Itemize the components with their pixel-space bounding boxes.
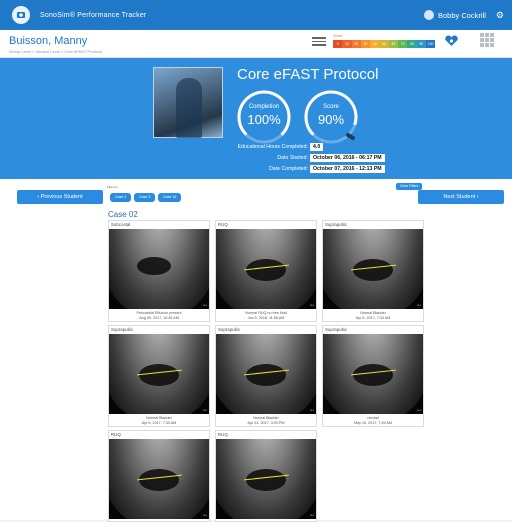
edu-hours-row: Educational Hours Completed: 4.0: [216, 143, 324, 151]
scan-card[interactable]: Suprapubic 15.0 Normal Bladder Apr 6, 2017,…: [108, 325, 210, 427]
scan-category: Suprapubic: [111, 327, 134, 332]
date-completed-row: Date Completed: October 07, 2016 - 12:13…: [216, 165, 385, 173]
scan-date: Apr 6, 2017, 7:33 AM: [355, 316, 391, 320]
avatar: [423, 10, 434, 20]
ultrasound-image[interactable]: 15.0: [109, 439, 209, 519]
scan-category: Suprapubic: [218, 327, 241, 332]
score-legend-label: Score: [333, 34, 343, 38]
score-legend-step: 20: [351, 40, 361, 48]
scan-caption: Normal RUQ no free fluid Jan 5, 2018, 11:…: [216, 309, 316, 321]
scan-category: Suprapubic: [325, 327, 348, 332]
scan-caption: normal May 16, 2017, 7:26 AM: [323, 414, 423, 426]
scan-card[interactable]: Suprapubic 15.0 normal May 16, 2017, 7:26 A…: [322, 325, 424, 427]
date-started-row: Date Started: October 06, 2016 - 06:17 P…: [216, 154, 385, 162]
breadcrumb[interactable]: Group Level > Student Level > Core eFAST…: [9, 49, 102, 54]
gear-icon[interactable]: ⚙: [496, 10, 504, 21]
scan-category: RUQ: [218, 222, 228, 227]
scan-date: Aug 30, 2017, 10:45 AM: [139, 316, 179, 320]
score-legend-step: 30: [360, 40, 371, 48]
score-legend-step: 100: [425, 40, 436, 48]
score-legend-scale: 0 10 20 30 40 50 60 70 80 90 100: [333, 40, 436, 48]
ultrasound-image[interactable]: 15.0: [323, 334, 423, 414]
scan-card[interactable]: RUQ 15.0: [108, 430, 210, 522]
score-legend-step: 50: [379, 40, 389, 48]
app-title: SonoSim® Performance Tracker: [40, 11, 147, 19]
scan-card[interactable]: RUQ 15.0: [215, 430, 317, 522]
case-title: Case 02: [108, 210, 138, 219]
app-logo[interactable]: [12, 6, 30, 24]
ultrasound-image[interactable]: 15.0: [109, 229, 209, 309]
score-legend-step: 70: [398, 40, 408, 48]
date-started-label: Date Started:: [277, 155, 308, 161]
scan-date: Apr 6, 2017, 7:33 AM: [141, 421, 177, 425]
date-started-value: October 06, 2016 - 06:17 PM: [310, 154, 385, 162]
date-completed-label: Date Completed:: [269, 166, 308, 172]
scan-date: May 16, 2017, 7:26 AM: [354, 421, 392, 425]
protocol-title: Core eFAST Protocol: [237, 66, 379, 83]
filter-chip-case-2[interactable]: Case 2: [110, 193, 132, 202]
sonosim-heart-icon[interactable]: [444, 35, 459, 47]
ultrasound-image[interactable]: 15.0: [323, 229, 423, 309]
filter-chip-case-16[interactable]: Case 16: [158, 193, 182, 202]
score-value: 90%: [317, 112, 345, 127]
filter-chip-case-3[interactable]: Case 3: [134, 193, 156, 202]
scan-card[interactable]: Subcostal 15.0 Pericardial Effusion presen…: [108, 220, 210, 322]
filter-label: Filter by:: [107, 185, 119, 189]
scan-category: Suprapubic: [325, 222, 348, 227]
score-legend-step: 0: [333, 40, 343, 48]
ultrasound-image[interactable]: 15.0: [216, 229, 316, 309]
scan-caption: Normal Bladder Apr 6, 2017, 7:33 AM: [323, 309, 423, 321]
scan-category: RUQ: [218, 432, 228, 437]
sliders-icon[interactable]: [312, 35, 326, 47]
date-completed-value: October 07, 2016 - 12:13 PM: [310, 165, 385, 173]
score-legend-step: 80: [407, 40, 417, 48]
user-menu[interactable]: Bobby Cockrill: [423, 10, 486, 20]
edu-hours-label: Educational Hours Completed:: [237, 144, 308, 150]
scan-card[interactable]: Suprapubic 15.0 Normal Bladder Apr 24, 2017…: [215, 325, 317, 427]
grid-view-icon[interactable]: [480, 33, 494, 47]
edu-hours-value: 4.0: [310, 143, 324, 151]
score-label: Score: [323, 104, 339, 110]
clear-filters-button[interactable]: Clear Filters: [396, 183, 423, 190]
scan-date: Apr 24, 2017, 3:03 PM: [247, 421, 285, 425]
scan-date: Jan 5, 2018, 11:56 AM: [247, 316, 285, 320]
top-bar: SonoSim® Performance Tracker Bobby Cockr…: [0, 0, 512, 30]
score-legend-step: 10: [342, 40, 352, 48]
ultrasound-image[interactable]: 15.0: [216, 334, 316, 414]
scan-card[interactable]: RUQ 15.0 Normal RUQ no free fluid Jan 5, 20…: [215, 220, 317, 322]
completion-value: 100%: [247, 112, 281, 127]
user-name: Bobby Cockrill: [437, 10, 486, 20]
ultrasound-image[interactable]: 15.0: [216, 439, 316, 519]
next-student-button[interactable]: Next Student ›: [418, 190, 504, 204]
completion-label: Completion: [248, 104, 280, 110]
score-legend-step: 40: [370, 40, 380, 48]
scan-category: Subcostal: [111, 222, 131, 227]
ultrasound-image[interactable]: 15.0: [109, 334, 209, 414]
score-legend-step: 60: [388, 40, 399, 48]
scan-category: RUQ: [111, 432, 121, 437]
scan-card[interactable]: Suprapubic 15.0 Normal Bladder Apr 6, 2017,…: [322, 220, 424, 322]
scan-caption: Normal Bladder Apr 6, 2017, 7:33 AM: [109, 414, 209, 426]
scan-caption: Normal Bladder Apr 24, 2017, 3:03 PM: [216, 414, 316, 426]
student-name: Buisson, Manny: [9, 35, 88, 47]
logo-icon: [17, 12, 25, 18]
student-photo: [153, 67, 223, 138]
previous-student-button[interactable]: ‹ Previous Student: [17, 190, 103, 204]
scan-caption: Pericardial Effusion present Aug 30, 2017…: [109, 309, 209, 321]
score-legend-step: 90: [416, 40, 426, 48]
